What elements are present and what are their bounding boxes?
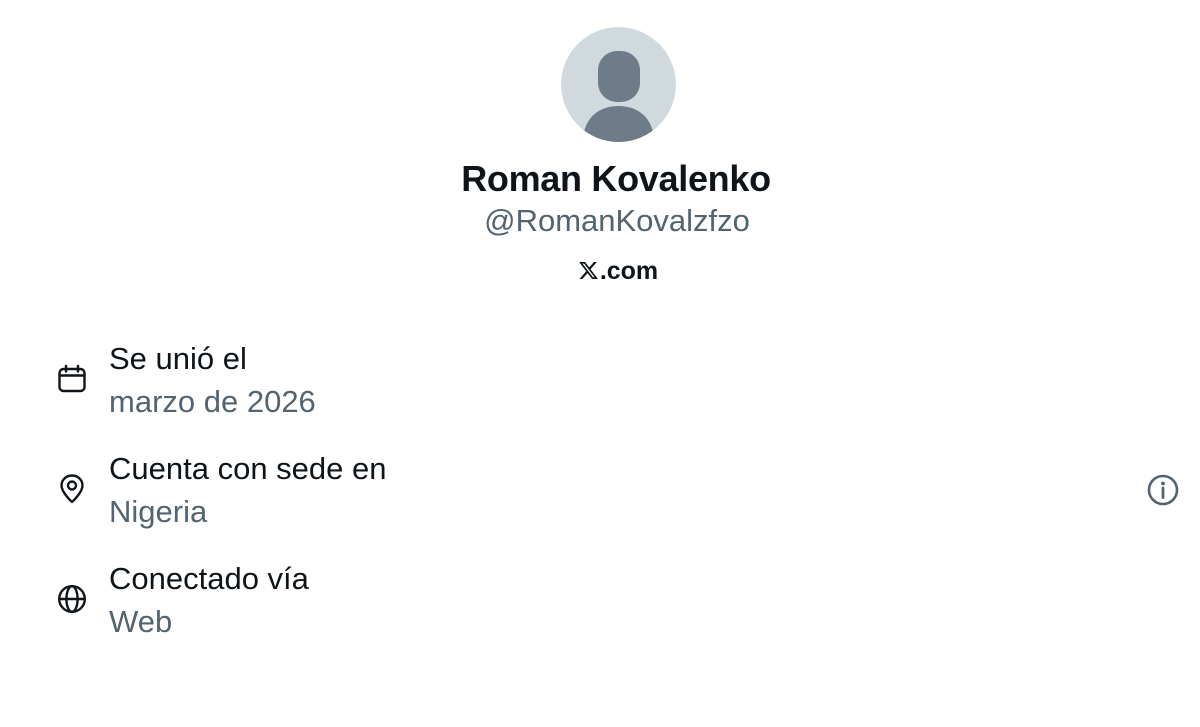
profile-display-name: Roman Kovalenko — [461, 158, 771, 199]
joined-label: Se unió el — [109, 341, 247, 376]
account-based-in-label: Cuenta con sede en — [109, 451, 387, 486]
verified-via-domain: .com — [599, 257, 659, 285]
connected-via-value: Web — [109, 604, 173, 639]
info-icon[interactable] — [1146, 473, 1180, 507]
account-based-in-value: Nigeria — [109, 494, 208, 529]
avatar[interactable] — [561, 27, 676, 142]
verified-via-link[interactable]: .com — [0, 257, 1200, 286]
default-avatar-icon — [561, 27, 676, 142]
joined-value: marzo de 2026 — [109, 384, 316, 419]
profile-handle: @RomanKovalzfzo — [484, 203, 750, 238]
connected-via-row: Conectado vía Web — [0, 555, 1200, 655]
globe-icon — [56, 583, 88, 615]
joined-date-row: Se unió el marzo de 2026 — [0, 335, 1200, 435]
location-pin-icon — [56, 473, 88, 505]
x-logo-icon — [578, 261, 598, 280]
account-based-in-row: Cuenta con sede en Nigeria — [0, 445, 1200, 545]
calendar-icon — [56, 363, 88, 395]
connected-via-label: Conectado vía — [109, 561, 309, 596]
